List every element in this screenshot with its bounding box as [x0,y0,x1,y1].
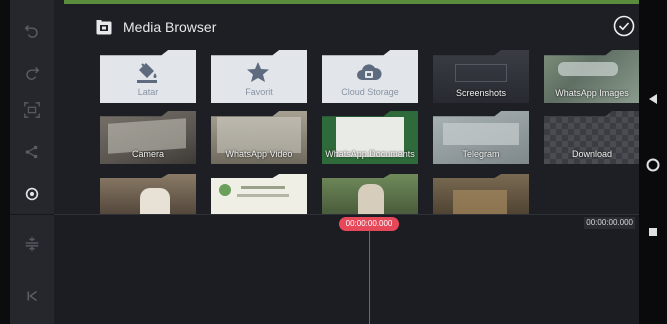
album-label: Screenshots [455,88,507,98]
media-browser-panel: Media Browser Latar Favorit Cloud Storag… [82,8,639,214]
folder-label: Cloud Storage [341,87,399,97]
toolbar-divider [10,214,54,215]
album-thumbnail [219,184,231,196]
album-label: WhatsApp Documents [325,149,415,159]
playhead[interactable] [369,226,370,324]
screen-capture-icon [24,102,40,118]
screen-capture-button[interactable] [10,88,54,132]
album-thumbnail [558,62,618,76]
timeline-divider [54,214,639,215]
album-item[interactable] [433,174,529,214]
folder-label: Favorit [245,87,273,97]
media-browser-icon [96,20,112,35]
skip-start-icon [27,290,37,302]
album-whatsapp-images[interactable]: WhatsApp Images [544,50,639,103]
album-label: Download [571,149,613,159]
recents-square-icon[interactable] [645,224,661,240]
album-item[interactable] [322,174,418,214]
album-thumbnail [140,188,170,214]
back-triangle-icon[interactable] [645,91,661,107]
album-label: Camera [131,149,164,159]
star-icon [247,62,269,82]
paint-bucket-icon [137,63,157,83]
system-nav-bar [639,0,667,324]
album-thumbnail [453,190,507,214]
cloud-storage-icon [357,64,382,80]
layers-icon [25,236,39,252]
album-whatsapp-video[interactable]: WhatsApp Video [211,111,307,164]
album-thumbnail [217,117,301,153]
album-thumbnail [358,184,384,214]
album-label: Telegram [462,149,500,159]
left-toolbar [10,0,54,324]
page-title: Media Browser [123,19,217,35]
album-label: WhatsApp Images [555,88,629,98]
folder-favorit[interactable]: Favorit [211,50,307,103]
undo-icon [24,24,38,38]
album-thumbnail [455,64,507,82]
media-browser-header: Media Browser [82,8,639,46]
album-download[interactable]: Download [544,111,639,164]
current-time-badge[interactable]: 00:00:00.000 [339,217,399,231]
album-telegram[interactable]: Telegram [433,111,529,164]
album-item[interactable] [211,174,307,214]
album-thumbnail [443,123,519,145]
settings-icon [25,187,39,201]
timeline-panel[interactable]: 00:00:00.000 00:00:00.000 [54,214,639,324]
total-duration-label: 00:00:00.000 [584,217,635,229]
share-button[interactable] [10,130,54,174]
settings-button[interactable] [10,172,54,216]
album-screenshots[interactable]: Screenshots [433,50,529,103]
skip-to-start-button[interactable] [10,274,54,318]
redo-icon [26,66,40,80]
folder-latar[interactable]: Latar [100,50,196,103]
album-thumbnail [237,194,289,197]
album-thumbnail [241,186,285,189]
album-label: WhatsApp Video [225,149,293,159]
app-window: Media Browser Latar Favorit Cloud Storag… [10,0,639,324]
album-whatsapp-documents[interactable]: WhatsApp Documents [322,111,418,164]
layers-button[interactable] [10,222,54,266]
background-strip [64,0,639,4]
album-camera[interactable]: Camera [100,111,196,164]
check-circle-icon[interactable] [613,15,635,37]
folder-cloud-storage[interactable]: Cloud Storage [322,50,418,103]
folder-label: Latar [137,87,159,97]
undo-button[interactable] [10,8,54,52]
home-circle-icon[interactable] [645,157,661,173]
share-icon [25,145,38,159]
album-item[interactable] [100,174,196,214]
